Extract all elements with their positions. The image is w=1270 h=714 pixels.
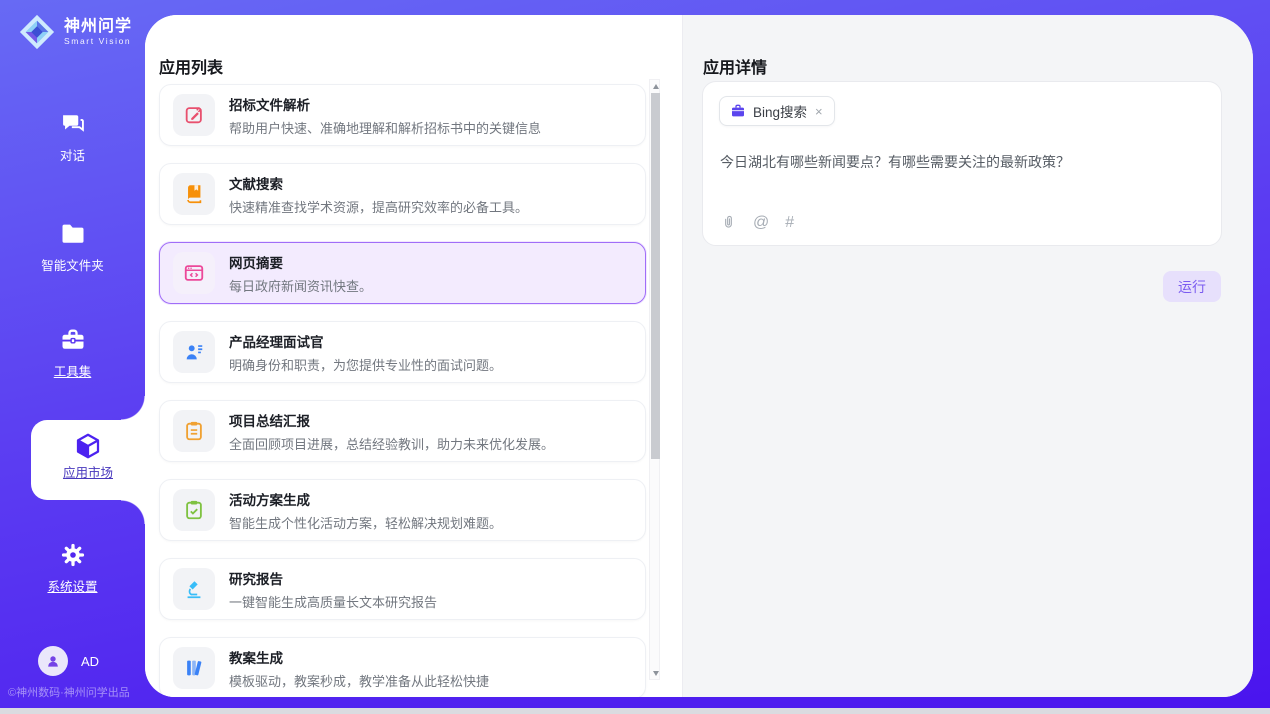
sidebar-item-label: 应用市场 — [31, 462, 145, 481]
gem-logo-icon — [18, 13, 56, 51]
app-frame: 神州问学 Smart Vision 对话 智能文件夹 — [0, 0, 1270, 708]
interviewer-icon — [173, 331, 215, 373]
app-desc: 模板驱动，教案秒成，教学准备从此轻松快捷 — [229, 671, 489, 690]
run-button[interactable]: 运行 — [1163, 271, 1221, 302]
list-item-literature-search[interactable]: 文献搜索 快速精准查找学术资源，提高研究效率的必备工具。 — [159, 163, 646, 225]
app-detail-title: 应用详情 — [703, 54, 767, 78]
chat-icon — [0, 110, 145, 140]
app-title: 项目总结汇报 — [229, 410, 554, 430]
app-title: 产品经理面试官 — [229, 331, 502, 351]
folder-icon — [0, 220, 145, 250]
sidebar-item-label: 系统设置 — [0, 576, 145, 595]
books-icon — [173, 647, 215, 689]
app-title: 网页摘要 — [229, 252, 372, 272]
paperclip-icon[interactable] — [720, 214, 737, 231]
app-title: 文献搜索 — [229, 173, 528, 193]
sidebar-item-label: 对话 — [0, 145, 145, 164]
book-icon — [173, 173, 215, 215]
chip-close-icon[interactable]: × — [814, 104, 824, 119]
app-list-panel: 应用列表 招标文件解析 帮助用户快速、准确地理解和解析招标书中的关键信息 — [145, 15, 683, 697]
copyright-footer: ©神州数码·神州问学出品 — [8, 684, 130, 700]
sidebar-item-smart-folder[interactable]: 智能文件夹 — [0, 220, 145, 274]
gear-icon — [0, 541, 145, 571]
document-edit-icon — [173, 94, 215, 136]
sidebar-item-label: 智能文件夹 — [0, 255, 145, 274]
brand-subtitle: Smart Vision — [64, 36, 132, 46]
tool-chip-bing-search[interactable]: Bing搜索 × — [719, 96, 835, 126]
query-text[interactable]: 今日湖北有哪些新闻要点？有哪些需要关注的最新政策？ — [720, 152, 1200, 172]
prompt-input-card[interactable]: Bing搜索 × 今日湖北有哪些新闻要点？有哪些需要关注的最新政策？ @ # — [702, 81, 1222, 246]
cube-icon — [31, 420, 145, 454]
sidebar-item-app-market[interactable]: 应用市场 — [31, 420, 145, 500]
toolbox-icon — [0, 326, 145, 356]
composer-toolbar: @ # — [720, 214, 794, 231]
app-title: 活动方案生成 — [229, 489, 502, 509]
app-title: 研究报告 — [229, 568, 437, 588]
list-item-pm-interviewer[interactable]: 产品经理面试官 明确身份和职责，为您提供专业性的面试问题。 — [159, 321, 646, 383]
browser-code-icon — [173, 252, 215, 294]
scroll-up-arrow[interactable] — [651, 80, 660, 92]
scroll-down-arrow[interactable] — [651, 667, 660, 679]
scrollbar-thumb[interactable] — [651, 93, 660, 459]
user-label: AD — [81, 654, 99, 669]
app-title: 教案生成 — [229, 647, 489, 667]
app-desc: 每日政府新闻资讯快查。 — [229, 276, 372, 295]
list-item-web-summary[interactable]: 网页摘要 每日政府新闻资讯快查。 — [159, 242, 646, 304]
tool-chip-label: Bing搜索 — [753, 101, 807, 121]
app-desc: 一键智能生成高质量长文本研究报告 — [229, 592, 437, 611]
app-desc: 快速精准查找学术资源，提高研究效率的必备工具。 — [229, 197, 528, 216]
clipboard-icon — [173, 410, 215, 452]
list-item-research-report[interactable]: 研究报告 一键智能生成高质量长文本研究报告 — [159, 558, 646, 620]
sidebar-item-toolset[interactable]: 工具集 — [0, 326, 145, 380]
clipboard-check-icon — [173, 489, 215, 531]
content-panel: 应用列表 招标文件解析 帮助用户快速、准确地理解和解析招标书中的关键信息 — [145, 15, 1253, 697]
list-item-project-summary[interactable]: 项目总结汇报 全面回顾项目进展，总结经验教训，助力未来优化发展。 — [159, 400, 646, 462]
person-icon — [44, 652, 62, 670]
user-account[interactable]: AD — [38, 646, 99, 676]
list-scrollbar[interactable] — [649, 79, 660, 680]
briefcase-icon — [730, 103, 746, 119]
mention-icon[interactable]: @ — [753, 215, 769, 231]
app-title: 招标文件解析 — [229, 94, 541, 114]
app-desc: 帮助用户快速、准确地理解和解析招标书中的关键信息 — [229, 118, 541, 137]
app-desc: 明确身份和职责，为您提供专业性的面试问题。 — [229, 355, 502, 374]
app-list: 招标文件解析 帮助用户快速、准确地理解和解析招标书中的关键信息 文献搜索 — [159, 84, 646, 697]
avatar — [38, 646, 68, 676]
sidebar-item-label: 工具集 — [0, 361, 145, 380]
list-item-tender-parse[interactable]: 招标文件解析 帮助用户快速、准确地理解和解析招标书中的关键信息 — [159, 84, 646, 146]
brand-name: 神州问学 — [64, 18, 132, 36]
microscope-icon — [173, 568, 215, 610]
app-desc: 全面回顾项目进展，总结经验教训，助力未来优化发展。 — [229, 434, 554, 453]
list-item-event-plan[interactable]: 活动方案生成 智能生成个性化活动方案，轻松解决规划难题。 — [159, 479, 646, 541]
app-list-title: 应用列表 — [159, 54, 223, 78]
hash-icon[interactable]: # — [785, 215, 794, 231]
app-detail-panel: 应用详情 Bing搜索 × 今日湖北有哪些新闻要点？有哪些需要关注的最新政策？ — [683, 15, 1253, 697]
list-item-lesson-plan[interactable]: 教案生成 模板驱动，教案秒成，教学准备从此轻松快捷 — [159, 637, 646, 697]
brand-logo: 神州问学 Smart Vision — [18, 13, 132, 51]
sidebar-item-settings[interactable]: 系统设置 — [0, 541, 145, 595]
app-desc: 智能生成个性化活动方案，轻松解决规划难题。 — [229, 513, 502, 532]
sidebar-item-chat[interactable]: 对话 — [0, 110, 145, 164]
